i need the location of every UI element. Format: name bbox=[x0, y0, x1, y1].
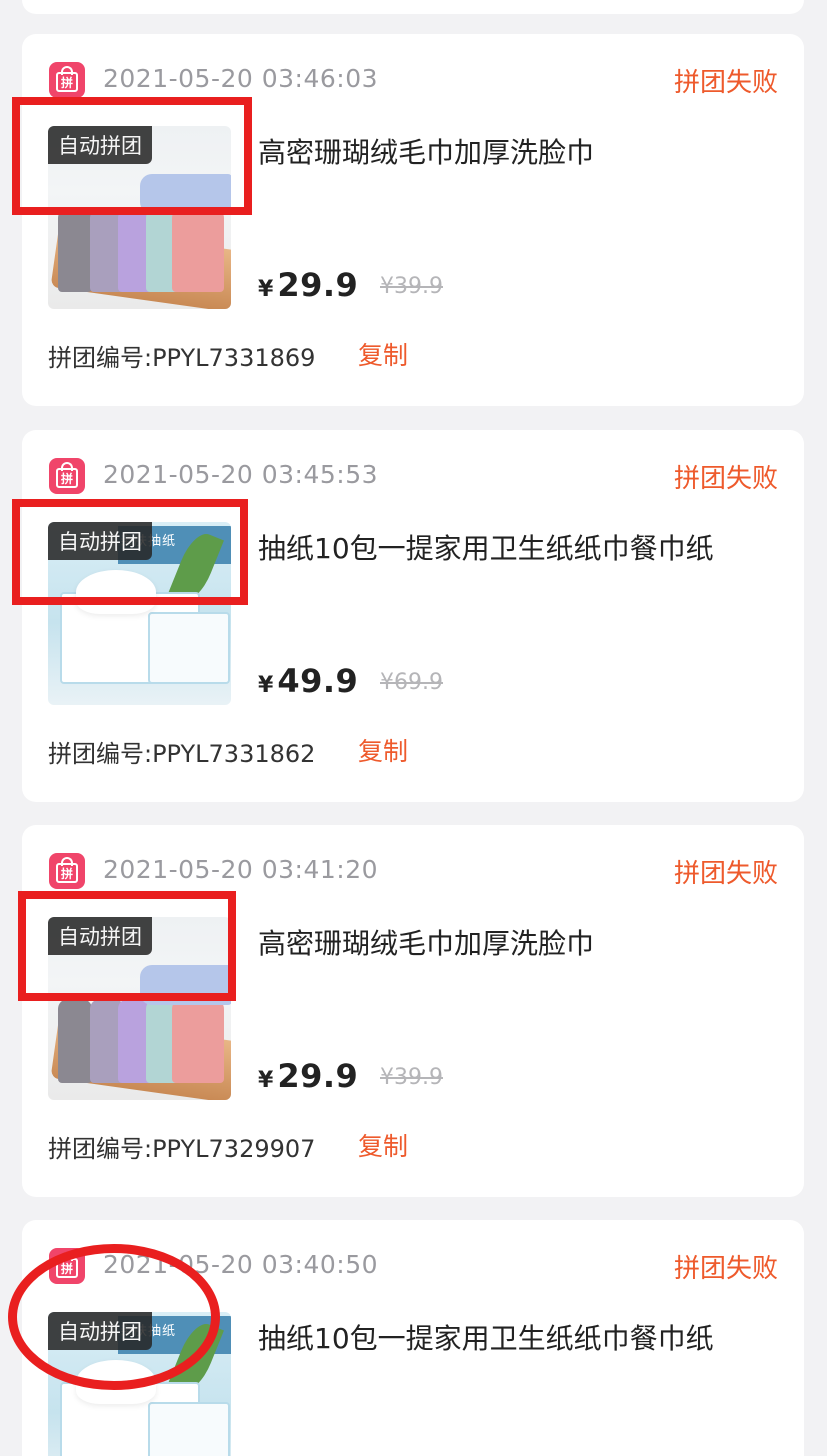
order-time: 2021-05-20 03:45:53 bbox=[103, 460, 379, 489]
copy-button[interactable]: 复制 bbox=[358, 732, 408, 768]
group-number: 拼团编号:PPYL7331862 bbox=[48, 740, 316, 768]
previous-order-card bbox=[22, 0, 804, 14]
sale-price: ¥29.9 bbox=[258, 1057, 359, 1095]
sale-price: ¥49.9 bbox=[258, 662, 359, 700]
group-number: 拼团编号:PPYL7331869 bbox=[48, 344, 316, 372]
product-title[interactable]: 高密珊瑚绒毛巾加厚洗脸巾 bbox=[258, 131, 594, 171]
order-time: 2021-05-20 03:46:03 bbox=[103, 64, 379, 93]
sale-price: ¥29.9 bbox=[258, 266, 359, 304]
annotation-rectangle bbox=[18, 891, 236, 1001]
product-title[interactable]: 抽纸10包一提家用卫生纸纸巾餐巾纸 bbox=[258, 527, 714, 567]
group-status: 拼团失败 bbox=[673, 464, 778, 494]
order-time: 2021-05-20 03:41:20 bbox=[103, 855, 379, 884]
product-title[interactable]: 高密珊瑚绒毛巾加厚洗脸巾 bbox=[258, 922, 594, 962]
annotation-ellipse bbox=[8, 1244, 220, 1390]
order-card[interactable]: 拼 2021-05-20 03:45:53 拼团失败 亲肤抽纸 自动拼团 抽纸1… bbox=[22, 430, 804, 802]
original-price: ¥39.9 bbox=[380, 1065, 443, 1090]
copy-button[interactable]: 复制 bbox=[358, 336, 408, 372]
product-title[interactable]: 抽纸10包一提家用卫生纸纸巾餐巾纸 bbox=[258, 1317, 714, 1357]
group-number: 拼团编号:PPYL7329907 bbox=[48, 1135, 316, 1163]
original-price: ¥69.9 bbox=[380, 670, 443, 695]
order-card[interactable]: 拼 2021-05-20 03:46:03 拼团失败 自动拼团 高密珊瑚绒毛巾加… bbox=[22, 34, 804, 406]
original-price: ¥39.9 bbox=[380, 274, 443, 299]
group-status: 拼团失败 bbox=[673, 859, 778, 889]
annotation-rectangle bbox=[12, 97, 252, 215]
pinduoduo-bag-icon: 拼 bbox=[49, 458, 85, 494]
group-status: 拼团失败 bbox=[673, 68, 778, 98]
order-card[interactable]: 拼 2021-05-20 03:41:20 拼团失败 自动拼团 高密珊瑚绒毛巾加… bbox=[22, 825, 804, 1197]
group-status: 拼团失败 bbox=[673, 1254, 778, 1284]
pinduoduo-bag-icon: 拼 bbox=[49, 853, 85, 889]
pinduoduo-bag-icon: 拼 bbox=[49, 62, 85, 98]
annotation-rectangle bbox=[12, 499, 248, 605]
copy-button[interactable]: 复制 bbox=[358, 1127, 408, 1163]
